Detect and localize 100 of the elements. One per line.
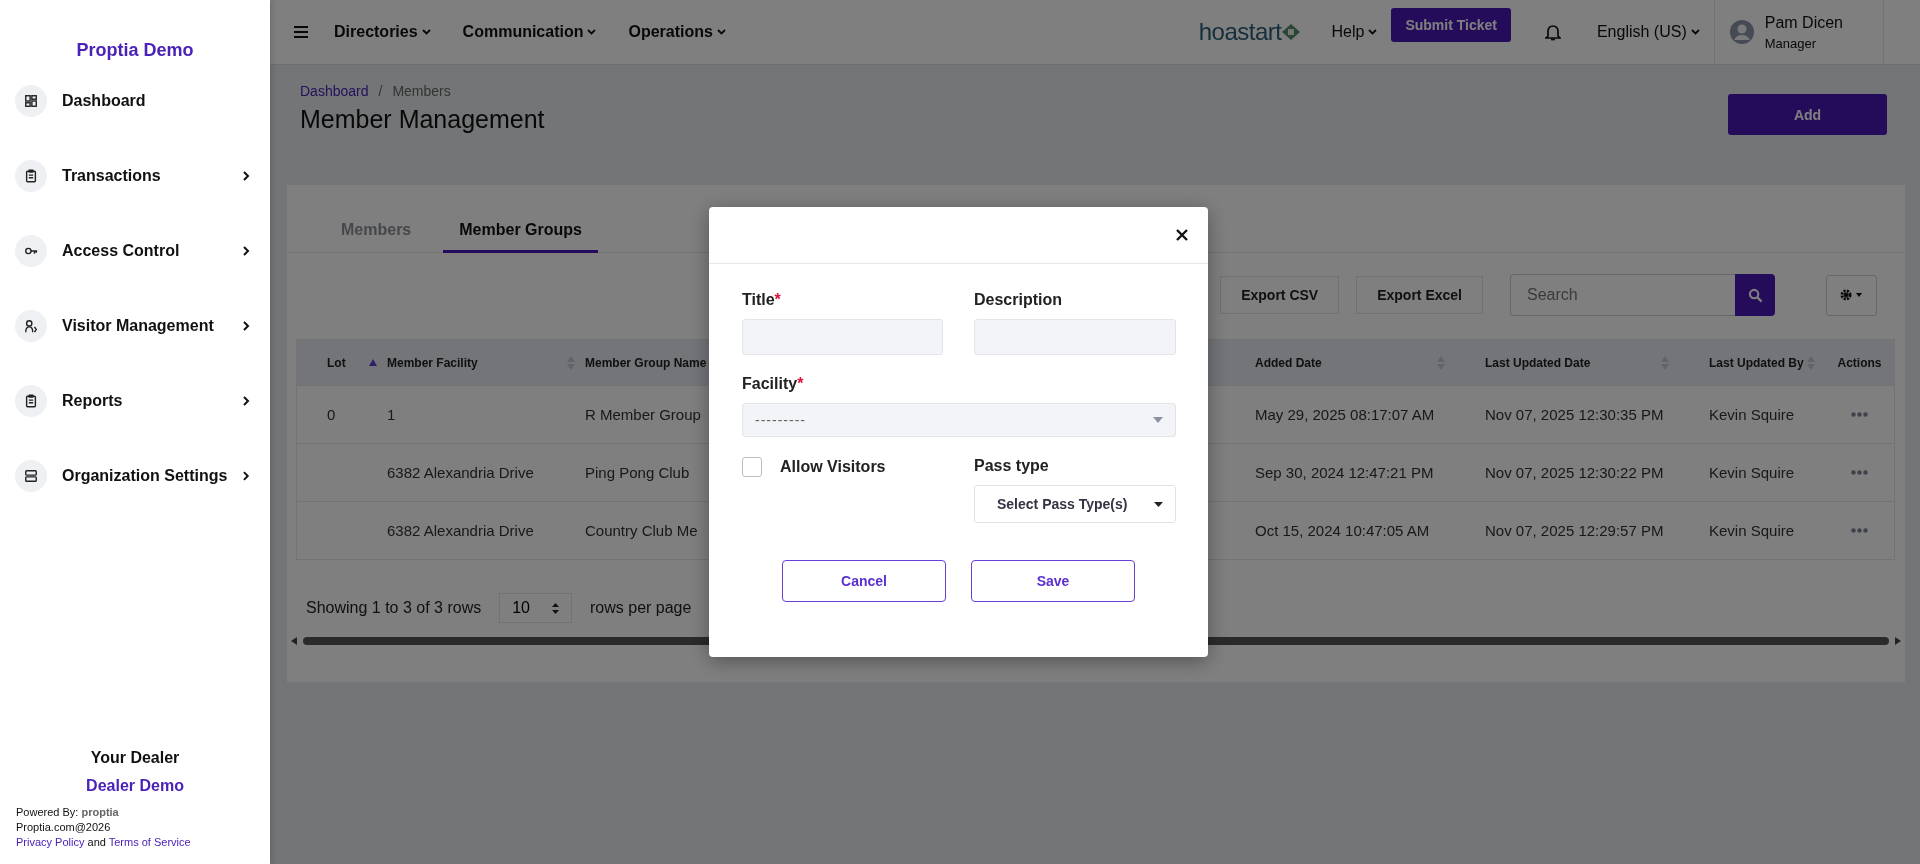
search-button[interactable] [1735, 274, 1775, 316]
settings-button[interactable] [1826, 274, 1877, 316]
brand-logo: proptia [81, 806, 119, 818]
scroll-right-icon[interactable] [1895, 637, 1901, 645]
table-cell: 6382 Alexandria Drive [387, 522, 534, 539]
language-menu[interactable]: English (US) [1596, 23, 1700, 41]
sort-ascending-icon[interactable] [369, 359, 377, 366]
person-icon [15, 309, 47, 342]
more-icon[interactable] [1851, 412, 1868, 417]
field-label: Facility [742, 375, 798, 392]
legal-link[interactable]: Privacy Policy [16, 836, 85, 848]
table-cell: Kevin Squire [1709, 522, 1795, 539]
search-field[interactable]: Search [1510, 274, 1735, 316]
gear-icon [1838, 288, 1865, 302]
table-cell: R Member Group [585, 406, 701, 423]
more-icon[interactable] [1851, 528, 1868, 533]
sidebar-item[interactable]: Access Control [15, 233, 250, 268]
clipboard-icon [15, 159, 47, 192]
dealer-name[interactable]: Dealer Demo [16, 777, 254, 795]
powered-by-text: Powered By: [16, 806, 79, 818]
column-header[interactable]: Actions [1837, 355, 1882, 370]
avatar-icon[interactable] [1728, 19, 1755, 45]
caret-down-icon [587, 29, 597, 35]
nav-menu[interactable]: Directories [334, 23, 431, 41]
bell-icon[interactable] [1544, 23, 1561, 41]
table-cell: Nov 07, 2025 12:30:22 PM [1485, 464, 1664, 481]
dealer-heading: Your Dealer [89, 749, 181, 767]
table-cell: Nov 07, 2025 12:29:57 PM [1485, 522, 1664, 539]
facility-select[interactable]: --------- [742, 403, 1176, 437]
sidebar-item[interactable]: Reports [15, 383, 250, 418]
checkbox-label: Allow Visitors [780, 458, 886, 476]
menu-icon[interactable] [294, 26, 308, 38]
table-cell: Country Club Me [585, 522, 698, 539]
column-header[interactable]: Member Facility [387, 355, 478, 370]
table-cell: May 29, 2025 08:17:07 AM [1255, 406, 1435, 423]
table-cell: 0 [327, 406, 336, 423]
sidebar-item[interactable]: Visitor Management [15, 308, 250, 343]
caret-down-icon [1153, 417, 1163, 423]
export-csv-button[interactable]: Export CSV [1220, 276, 1340, 314]
table-cell: Kevin Squire [1709, 464, 1795, 481]
page-size-select[interactable]: 10 [499, 593, 572, 623]
table-cell: Oct 15, 2024 10:47:05 AM [1255, 522, 1430, 539]
scroll-left-icon[interactable] [291, 637, 297, 645]
dialog-button[interactable]: Cancel [782, 560, 946, 602]
breadcrumb-item[interactable]: Dashboard [300, 83, 369, 99]
user-role: Manager [1764, 35, 1818, 51]
close-button[interactable] [1174, 227, 1190, 243]
field-label: Description [974, 291, 1062, 308]
app-title: Proptia Demo [75, 39, 195, 62]
more-icon[interactable] [1851, 470, 1868, 475]
column-header[interactable]: Added Date [1255, 355, 1322, 370]
export-excel-button[interactable]: Export Excel [1356, 276, 1483, 314]
help-menu[interactable]: Help [1331, 23, 1378, 41]
grid-icon [15, 84, 47, 117]
breadcrumb-item: Members [392, 83, 451, 99]
table-cell: Ping Pong Club [585, 464, 690, 481]
sidebar-item[interactable]: Dashboard [15, 83, 250, 118]
nav-menu[interactable]: Communication [462, 23, 597, 41]
page-title: Member Management [300, 105, 545, 134]
stack-icon [15, 459, 47, 492]
add-button[interactable]: Add [1728, 94, 1887, 135]
close-icon [1176, 229, 1188, 241]
logo: hoastart [1198, 18, 1302, 46]
table-cell: Nov 07, 2025 12:30:35 PM [1485, 406, 1664, 423]
legal-link[interactable]: Terms of Service [108, 836, 191, 848]
caret-down-icon [1690, 29, 1700, 35]
rows-per-page-label: rows per page [590, 599, 692, 617]
sidebar-item[interactable]: Transactions [15, 158, 250, 193]
column-header[interactable]: Member Group Name [585, 355, 707, 370]
nav-menu[interactable]: Operations [628, 23, 726, 41]
text-input[interactable] [742, 319, 943, 355]
table-cell: 1 [387, 406, 396, 423]
submit-ticket-button[interactable]: Submit Ticket [1391, 8, 1511, 42]
caret-down-icon [1368, 29, 1378, 35]
caret-down-icon [1154, 501, 1163, 507]
column-header[interactable]: Lot [327, 355, 346, 370]
required-mark: * [774, 291, 781, 308]
checkbox[interactable] [742, 457, 762, 477]
field-label: Title [742, 291, 775, 308]
dialog-button[interactable]: Save [971, 560, 1135, 602]
field-label: Pass type [974, 457, 1050, 475]
column-header[interactable]: Last Updated By [1709, 355, 1804, 370]
text-input[interactable] [974, 319, 1176, 355]
key-icon [15, 234, 47, 267]
pass-type-select[interactable]: Select Pass Type(s) [974, 485, 1176, 523]
copyright-text: Proptia.com@2026 [16, 820, 112, 835]
updown-arrows-icon [552, 602, 559, 614]
tab[interactable]: Member Groups [443, 213, 598, 253]
caret-down-icon [421, 29, 431, 35]
required-mark: * [797, 375, 804, 392]
search-icon [1747, 287, 1763, 303]
column-header[interactable]: Last Updated Date [1485, 355, 1591, 370]
legal-text: Privacy Policy and Terms of Service [16, 835, 192, 850]
table-cell: Sep 30, 2024 12:47:21 PM [1255, 464, 1434, 481]
table-cell: Kevin Squire [1709, 406, 1795, 423]
rows-summary: Showing 1 to 3 of 3 rows [306, 599, 482, 617]
caret-down-icon [716, 29, 726, 35]
user-name[interactable]: Pam Dicen [1764, 13, 1843, 32]
breadcrumb-separator: / [378, 83, 383, 99]
sidebar-item[interactable]: Organization Settings [15, 458, 250, 493]
